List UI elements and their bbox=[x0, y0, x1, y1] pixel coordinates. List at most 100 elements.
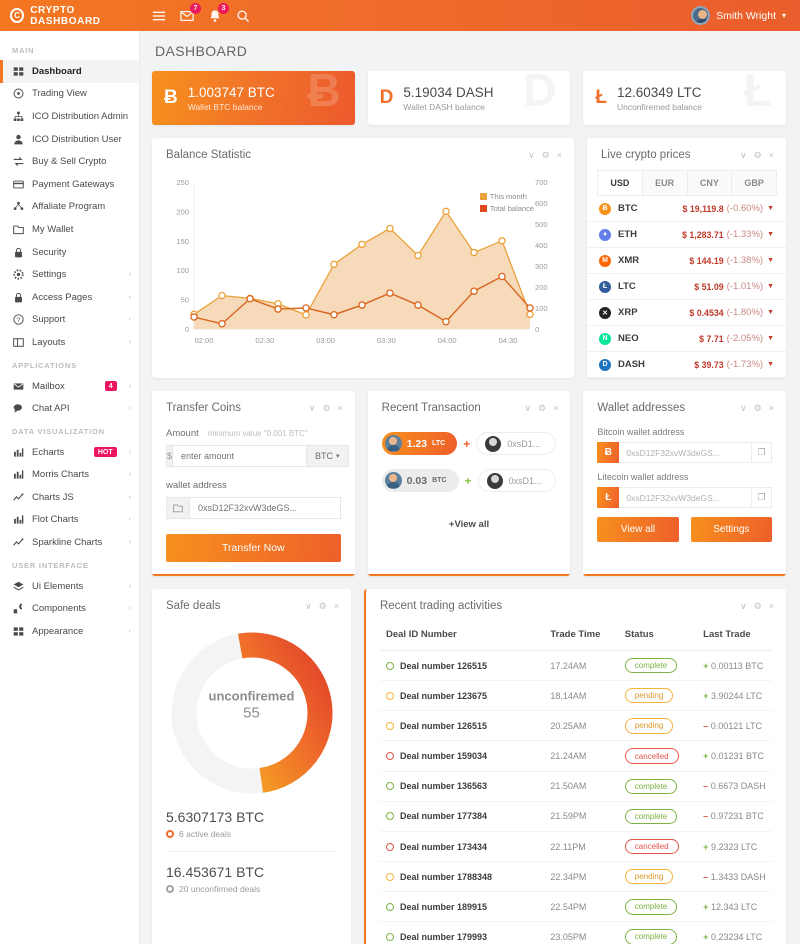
copy-icon[interactable]: ❐ bbox=[752, 442, 773, 463]
trading-activities-table: Deal ID Number Trade Time Status Last Trade… bbox=[380, 621, 772, 944]
table-row[interactable]: Deal number 159034 21.24AM cancelled + 0.01… bbox=[380, 740, 772, 772]
collapse-icon[interactable]: ∨ bbox=[528, 150, 535, 161]
table-row[interactable]: Deal number 179993 23.05PM complete + 0.232… bbox=[380, 921, 772, 944]
sidebar-item-ico-distribution-admin[interactable]: ICO Distribution Admin bbox=[0, 105, 139, 128]
stat-card-1[interactable]: Ƀ 1.003747 BTC Wallet BTC balance Ƀ bbox=[152, 71, 355, 125]
sidebar-item-mailbox[interactable]: Mailbox 4 ‹ bbox=[0, 375, 139, 398]
close-icon[interactable]: × bbox=[553, 403, 558, 413]
currency-tab-gbp[interactable]: GBP bbox=[731, 170, 777, 195]
sidebar-item-appearance[interactable]: Appearance ‹ bbox=[0, 620, 139, 643]
collapse-icon[interactable]: ∨ bbox=[740, 601, 747, 612]
sidebar-item-components[interactable]: Components ‹ bbox=[0, 597, 139, 620]
close-icon[interactable]: × bbox=[769, 403, 774, 413]
settings-button[interactable]: Settings bbox=[690, 517, 772, 542]
transaction-amount-pill: 0.03 BTC bbox=[381, 469, 459, 492]
hamburger-icon[interactable] bbox=[152, 9, 166, 23]
price-row[interactable]: ♦ ETH $ 1,283.71 (-1.33%) ▼ bbox=[587, 222, 786, 248]
sidebar-item-ui-elements[interactable]: Ui Elements ‹ bbox=[0, 575, 139, 598]
price-row[interactable]: D DASH $ 39.73 (-1.73%) ▼ bbox=[587, 352, 786, 378]
search-icon[interactable] bbox=[236, 9, 250, 23]
table-row[interactable]: Deal number 189915 22.54PM complete + 12.34… bbox=[380, 891, 772, 923]
sidebar-item-echarts[interactable]: Echarts HOT ‹ bbox=[0, 441, 139, 464]
bell-icon[interactable]: 3 bbox=[208, 2, 229, 23]
gear-icon[interactable]: ⚙ bbox=[754, 403, 762, 414]
transaction-row[interactable]: 0.03 BTC +0xsD1... bbox=[381, 462, 557, 499]
table-row[interactable]: Deal number 126515 17.24AM complete + 0.001… bbox=[380, 650, 772, 682]
table-row[interactable]: Deal number 136563 21.50AM complete – 0.667… bbox=[380, 771, 772, 802]
sidebar-item-payment-gateways[interactable]: Payment Gateways bbox=[0, 173, 139, 196]
collapse-icon[interactable]: ∨ bbox=[309, 403, 316, 414]
close-icon[interactable]: × bbox=[557, 150, 562, 160]
currency-tab-eur[interactable]: EUR bbox=[641, 170, 688, 195]
coin-change: (-0.60%) bbox=[726, 203, 764, 214]
sidebar-item-flot-charts[interactable]: Flot Charts ‹ bbox=[0, 509, 139, 532]
sidebar-item-affaliate-program[interactable]: Affaliate Program bbox=[0, 196, 139, 219]
wallet-address-value[interactable]: 0xsD12F32xvW3deGS... bbox=[619, 487, 753, 508]
table-row[interactable]: Deal number 173434 22.11PM cancelled + 9.23… bbox=[380, 831, 772, 863]
table-row[interactable]: Deal number 126515 20.25AM pending – 0.0012… bbox=[380, 710, 772, 742]
user-menu[interactable]: Smith Wright ▾ bbox=[691, 6, 800, 25]
gear-icon[interactable]: ⚙ bbox=[322, 403, 330, 414]
tx-unit: LTC bbox=[432, 440, 446, 447]
transaction-row[interactable]: 1.23 LTC +0xsD1... bbox=[381, 425, 557, 462]
amount-input[interactable] bbox=[173, 445, 307, 467]
sidebar-item-buy-sell-crypto[interactable]: Buy & Sell Crypto bbox=[0, 150, 139, 173]
price-row[interactable]: ✕ XRP $ 0.4534 (-1.80%) ▼ bbox=[587, 300, 786, 326]
gear-icon[interactable]: ⚙ bbox=[319, 601, 327, 612]
stat-text: 5.19034 DASH Wallet DASH balance bbox=[403, 85, 493, 112]
gear-icon[interactable]: ⚙ bbox=[542, 150, 550, 161]
close-icon[interactable]: × bbox=[769, 150, 774, 160]
brand[interactable]: C CRYPTO DASHBOARD bbox=[0, 5, 140, 27]
sidebar-item-layouts[interactable]: Layouts ‹ bbox=[0, 331, 139, 354]
panel-tools: ∨ ⚙ × bbox=[740, 150, 774, 161]
legend-item[interactable]: Total balance bbox=[479, 204, 534, 213]
gear-icon[interactable]: ⚙ bbox=[754, 150, 762, 161]
legend-item[interactable]: This month bbox=[479, 192, 534, 201]
close-icon[interactable]: × bbox=[769, 601, 774, 611]
currency-tab-usd[interactable]: USD bbox=[597, 170, 643, 195]
wallet-address-input[interactable] bbox=[190, 497, 341, 519]
table-row[interactable]: Deal number 1788348 22.34PM pending – 1.343… bbox=[380, 861, 772, 893]
gear-icon[interactable]: ⚙ bbox=[538, 403, 546, 414]
price-row[interactable]: Ƀ BTC $ 19,119.8 (-0.60%) ▼ bbox=[587, 196, 786, 222]
collapse-icon[interactable]: ∨ bbox=[524, 403, 531, 414]
transfer-now-button[interactable]: Transfer Now bbox=[166, 534, 341, 562]
currency-tab-cny[interactable]: CNY bbox=[686, 170, 733, 195]
coin-symbol: XRP bbox=[618, 307, 638, 318]
sidebar-item-chat-api[interactable]: Chat API ‹ bbox=[0, 397, 139, 420]
view-all-button[interactable]: View all bbox=[597, 517, 679, 542]
gear-icon[interactable]: ⚙ bbox=[754, 601, 762, 612]
transaction-recipient[interactable]: 0xsD1... bbox=[476, 432, 557, 455]
sidebar-item-my-wallet[interactable]: My Wallet bbox=[0, 218, 139, 241]
unit-select[interactable]: BTC ▾ bbox=[306, 445, 349, 467]
table-header-status: Status bbox=[618, 621, 698, 651]
sidebar-item-dashboard[interactable]: Dashboard bbox=[0, 60, 139, 83]
transaction-recipient[interactable]: 0xsD1... bbox=[477, 469, 557, 492]
sidebar-item-charts-js[interactable]: Charts JS ‹ bbox=[0, 486, 139, 509]
table-row[interactable]: Deal number 123675 18.14AM pending + 3.9024… bbox=[380, 680, 772, 712]
sidebar-item-settings[interactable]: Settings ‹ bbox=[0, 263, 139, 286]
view-all-transactions[interactable]: +View all bbox=[368, 511, 571, 544]
price-row[interactable]: N NEO $ 7.71 (-2.05%) ▼ bbox=[587, 326, 786, 352]
price-row[interactable]: M XMR $ 144.19 (-1.38%) ▼ bbox=[587, 248, 786, 274]
stat-card-2[interactable]: D 5.19034 DASHWallet DASH balance D bbox=[367, 71, 571, 125]
sidebar-item-security[interactable]: Security bbox=[0, 241, 139, 264]
collapse-icon[interactable]: ∨ bbox=[740, 150, 747, 161]
sidebar-item-trading-view[interactable]: Trading View bbox=[0, 83, 139, 106]
stat-card-3[interactable]: Ł 12.60349 LTCUnconfiremed balance Ł bbox=[583, 71, 787, 125]
price-row[interactable]: Ł LTC $ 51.09 (-1.01%) ▼ bbox=[587, 274, 786, 300]
collapse-icon[interactable]: ∨ bbox=[740, 403, 747, 414]
sidebar-item-morris-charts[interactable]: Morris Charts ‹ bbox=[0, 464, 139, 487]
table-row[interactable]: Deal number 177384 21.59PM complete – 0.972… bbox=[380, 801, 772, 832]
close-icon[interactable]: × bbox=[337, 403, 342, 413]
wallet-buttons: View all Settings bbox=[597, 517, 772, 542]
sidebar-item-ico-distribution-user[interactable]: ICO Distribution User bbox=[0, 128, 139, 151]
sidebar-item-support[interactable]: ? Support ‹ bbox=[0, 309, 139, 332]
envelope-icon[interactable]: 7 bbox=[180, 2, 201, 23]
copy-icon[interactable]: ❐ bbox=[752, 487, 773, 508]
sidebar-item-sparkline-charts[interactable]: Sparkline Charts ‹ bbox=[0, 531, 139, 554]
wallet-address-value[interactable]: 0xsD12F32xvW3deGS... bbox=[619, 442, 753, 463]
collapse-icon[interactable]: ∨ bbox=[305, 601, 312, 612]
close-icon[interactable]: × bbox=[334, 601, 339, 611]
sidebar-item-access-pages[interactable]: Access Pages ‹ bbox=[0, 286, 139, 309]
